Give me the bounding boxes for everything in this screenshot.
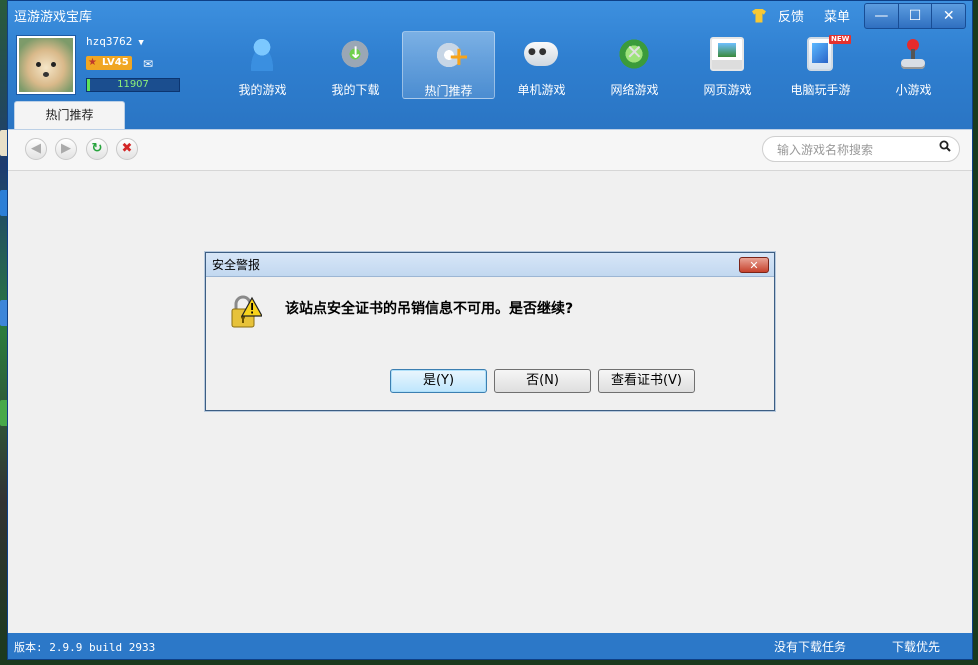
refresh-button[interactable]: ↻	[86, 138, 108, 160]
gamepad-icon	[524, 42, 558, 66]
dialog-title: 安全警报	[206, 253, 774, 277]
main-nav: 我的游戏 我的下载 热门推荐 单机游戏 网络游戏 网页游戏	[216, 31, 960, 99]
joystick-icon	[896, 37, 930, 71]
title-bar: 逗游游戏宝库 反馈 菜单 — ☐ ✕ hzq3762 ▼ LV45 ✉ 11907…	[8, 1, 972, 129]
username[interactable]: hzq3762 ▼	[86, 35, 144, 48]
nav-label: 网页游戏	[703, 83, 752, 97]
no-button[interactable]: 否(N)	[494, 369, 591, 393]
window-controls: — ☐ ✕	[864, 3, 966, 29]
nav-my-games[interactable]: 我的游戏	[216, 31, 309, 99]
nav-label: 我的游戏	[238, 83, 287, 97]
maximize-button[interactable]: ☐	[897, 4, 932, 28]
level-badge: LV45	[86, 56, 132, 70]
nav-label: 小游戏	[895, 83, 932, 97]
nav-label: 单机游戏	[517, 83, 566, 97]
hot-recommend-icon	[432, 38, 470, 72]
nav-label: 我的下载	[331, 83, 380, 97]
security-alert-dialog: 安全警报 ✕ 该站点安全证书的吊销信息不可用。是否继续? 是(Y) 否(N) 查…	[205, 252, 775, 411]
download-gear-icon	[338, 37, 372, 71]
window-tools: 反馈 菜单	[751, 6, 850, 25]
avatar-nose	[43, 72, 49, 77]
yes-button[interactable]: 是(Y)	[390, 369, 487, 393]
app-title: 逗游游戏宝库	[14, 10, 93, 25]
tshirt-skin-icon[interactable]	[751, 8, 766, 23]
browser-toolbar: ◀ ▶ ↻ ✖	[8, 130, 972, 171]
username-text: hzq3762	[86, 35, 133, 48]
feedback-link[interactable]: 反馈	[778, 6, 804, 25]
dialog-message: 该站点安全证书的吊销信息不可用。是否继续?	[285, 301, 574, 317]
minimize-button[interactable]: —	[865, 4, 898, 28]
download-priority[interactable]: 下载优先	[892, 638, 940, 655]
new-badge: NEW	[829, 35, 852, 44]
avatar[interactable]	[17, 36, 75, 94]
search-box	[762, 136, 960, 162]
view-certificate-button[interactable]: 查看证书(V)	[598, 369, 695, 393]
avatar-eye	[36, 62, 41, 67]
tab-hot-recommend[interactable]: 热门推荐	[14, 101, 125, 129]
online-games-icon	[617, 37, 651, 71]
lock-warning-icon	[231, 295, 262, 328]
nav-label: 电脑玩手游	[790, 83, 851, 97]
nav-web-games[interactable]: 网页游戏	[681, 31, 774, 99]
chevron-down-icon[interactable]: ▼	[138, 38, 143, 48]
dialog-close-button[interactable]: ✕	[739, 257, 769, 273]
nav-my-downloads[interactable]: 我的下载	[309, 31, 402, 99]
version-text: 版本: 2.9.9 build 2933	[14, 641, 156, 654]
nav-online-games[interactable]: 网络游戏	[588, 31, 681, 99]
status-bar: 版本: 2.9.9 build 2933 没有下载任务 下载优先	[8, 633, 972, 659]
nav-phone-games[interactable]: NEW 电脑玩手游	[774, 31, 867, 99]
my-games-icon	[245, 37, 279, 71]
nav-single-player[interactable]: 单机游戏	[495, 31, 588, 99]
avatar-eye	[51, 62, 56, 67]
search-input[interactable]	[775, 141, 929, 159]
menu-link[interactable]: 菜单	[824, 6, 850, 25]
nav-label: 热门推荐	[424, 84, 473, 98]
nav-label: 网络游戏	[610, 83, 659, 97]
stop-button[interactable]: ✖	[116, 138, 138, 160]
mail-icon[interactable]: ✉	[143, 57, 153, 71]
close-button[interactable]: ✕	[931, 4, 965, 28]
download-status[interactable]: 没有下载任务	[774, 638, 846, 655]
nav-mini-games[interactable]: 小游戏	[867, 31, 960, 99]
search-icon[interactable]	[939, 140, 951, 152]
nav-hot-recommend[interactable]: 热门推荐	[402, 31, 495, 99]
back-button[interactable]: ◀	[25, 138, 47, 160]
forward-button[interactable]: ▶	[55, 138, 77, 160]
web-games-icon	[710, 37, 744, 71]
points-bar: 11907	[86, 78, 180, 92]
